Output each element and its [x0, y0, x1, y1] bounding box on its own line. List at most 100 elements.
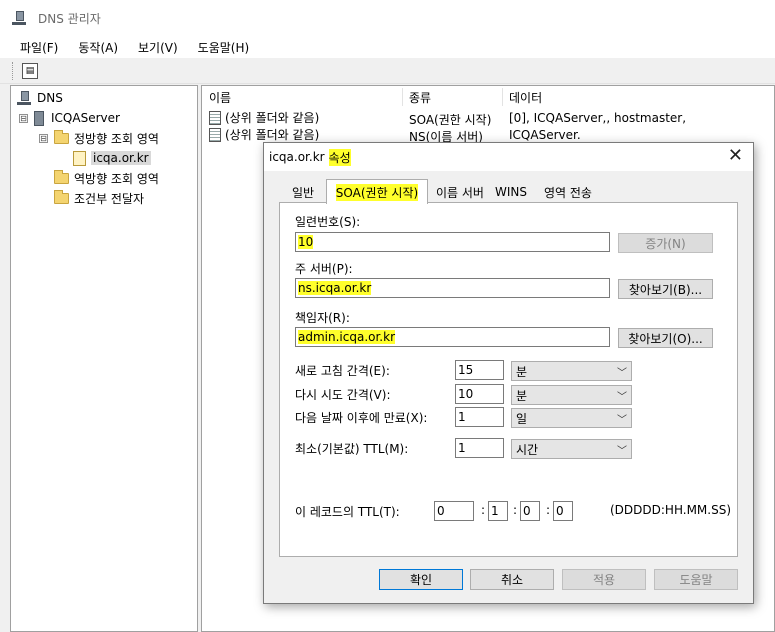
refresh-interval-label: 새로 고침 간격(E): [295, 364, 390, 378]
menu-view[interactable]: 보기(V) [138, 39, 178, 56]
tab-general[interactable]: 일반 [280, 182, 326, 202]
primary-server-field[interactable]: ns.icqa.or.kr [295, 278, 610, 298]
refresh-unit-value: 분 [516, 364, 528, 379]
refresh-unit-select[interactable]: 분 ﹀ [511, 361, 632, 381]
tree-label-dns: DNS [37, 91, 63, 105]
properties-icon[interactable]: ▤ [22, 62, 38, 79]
menu-file[interactable]: 파일(F) [20, 39, 58, 56]
list-item[interactable]: (상위 폴더와 같음) [209, 126, 319, 143]
zone-file-icon [73, 150, 86, 166]
dialog-title-suffix: 속성 [328, 148, 351, 166]
serial-field[interactable]: 10 [295, 232, 610, 252]
tab-soa[interactable]: SOA(권한 시작) [326, 179, 428, 204]
chevron-down-icon: ﹀ [617, 446, 627, 457]
tree-label-zone: icqa.or.kr [91, 151, 151, 165]
retry-interval-field[interactable]: 10 [455, 384, 504, 404]
primary-server-value: ns.icqa.or.kr [298, 281, 372, 295]
tree-label-reverse-zones: 역방향 조회 영역 [74, 171, 159, 186]
ttl-days-field[interactable]: 0 [434, 501, 474, 521]
serial-label: 일련번호(S): [295, 215, 361, 229]
ttl-separator: : [513, 503, 518, 517]
record-data: [0], ICQAServer,, hostmaster, [509, 111, 687, 125]
minimum-ttl-label: 최소(기본값) TTL(M): [295, 442, 409, 456]
chevron-down-icon: ﹀ [617, 368, 627, 379]
expire-after-label: 다음 날짜 이후에 만료(X): [295, 411, 428, 425]
server-icon [34, 110, 44, 126]
collapse-icon[interactable]: ⊟ [39, 133, 48, 143]
tree-item-conditional-forwarders[interactable]: 조건부 전달자 [54, 188, 144, 208]
record-name: (상위 폴더와 같음) [225, 128, 320, 142]
minimum-ttl-field[interactable]: 1 [455, 438, 504, 458]
primary-server-label: 주 서버(P): [295, 262, 353, 276]
menu-action[interactable]: 동작(A) [78, 39, 118, 56]
expire-after-field[interactable]: 1 [455, 407, 504, 427]
tab-zone-transfers[interactable]: 영역 전송 [535, 182, 601, 202]
cancel-button[interactable]: 취소 [470, 569, 554, 590]
retry-interval-label: 다시 시도 간격(V): [295, 388, 391, 402]
ttl-seconds-field[interactable]: 0 [553, 501, 573, 521]
tree-item-dns[interactable]: DNS [17, 88, 63, 108]
column-header-name[interactable]: 이름 [209, 89, 231, 106]
responsible-person-value: admin.icqa.or.kr [298, 330, 396, 344]
ttl-separator: : [481, 503, 486, 517]
dns-icon [17, 90, 31, 106]
refresh-interval-field[interactable]: 15 [455, 360, 504, 380]
tab-wins[interactable]: WINS [492, 182, 530, 202]
tree-pane: DNS ⊟ ICQAServer ⊟ 정방향 조회 영역 icqa.or.kr … [10, 85, 198, 632]
ttl-separator: : [546, 503, 551, 517]
column-divider[interactable] [402, 88, 403, 106]
expire-unit-select[interactable]: 일 ﹀ [511, 408, 632, 428]
tree-item-reverse-zones[interactable]: 역방향 조회 영역 [54, 168, 159, 188]
tree-label-conditional: 조건부 전달자 [74, 191, 145, 206]
tab-soa-label: SOA(권한 시작) [335, 183, 419, 201]
dialog-title-bar: icqa.or.kr 속성 ✕ [264, 143, 753, 171]
tree-label-forward-zones: 정방향 조회 영역 [74, 131, 159, 146]
record-ttl-label: 이 레코드의 TTL(T): [295, 505, 400, 519]
list-item[interactable]: (상위 폴더와 같음) [209, 109, 319, 126]
dialog-title-zone: icqa.or.kr [269, 150, 325, 164]
browse-responsible-button[interactable]: 찾아보기(O)... [618, 328, 713, 348]
tree-label-server: ICQAServer [51, 111, 120, 125]
collapse-icon[interactable]: ⊟ [19, 113, 28, 123]
folder-icon [54, 129, 69, 144]
ttl-format-hint: (DDDDD:HH.MM.SS) [610, 503, 732, 517]
retry-unit-select[interactable]: 분 ﹀ [511, 385, 632, 405]
browse-primary-button[interactable]: 찾아보기(B)... [618, 279, 713, 299]
menu-help[interactable]: 도움말(H) [198, 39, 250, 56]
menu-bar: 파일(F) 동작(A) 보기(V) 도움말(H) [0, 36, 775, 58]
toolbar: ▤ [0, 58, 775, 84]
column-header-type[interactable]: 종류 [409, 89, 431, 106]
title-bar: DNS 관리자 [0, 0, 775, 36]
window-title: DNS 관리자 [38, 11, 101, 26]
tree-item-zone[interactable]: icqa.or.kr [73, 148, 151, 168]
minimum-ttl-unit-value: 시간 [516, 442, 539, 457]
help-button[interactable]: 도움말 [654, 569, 738, 590]
column-header-data[interactable]: 데이터 [509, 89, 542, 106]
record-icon [209, 127, 221, 142]
serial-value: 10 [298, 235, 314, 249]
toolbar-grip [12, 61, 15, 80]
chevron-down-icon: ﹀ [617, 415, 627, 426]
record-name: (상위 폴더와 같음) [225, 111, 320, 125]
increment-button[interactable]: 증가(N) [618, 233, 713, 253]
tree-item-forward-zones[interactable]: ⊟ 정방향 조회 영역 [39, 128, 159, 148]
apply-button[interactable]: 적용 [562, 569, 646, 590]
soa-tab-panel: 일련번호(S): 10 증가(N) 주 서버(P): ns.icqa.or.kr… [279, 202, 738, 557]
tab-name-servers[interactable]: 이름 서버 [428, 182, 492, 202]
expire-unit-value: 일 [516, 411, 528, 426]
minimum-ttl-unit-select[interactable]: 시간 ﹀ [511, 439, 632, 459]
record-type: SOA(권한 시작) [409, 113, 492, 127]
responsible-person-field[interactable]: admin.icqa.or.kr [295, 327, 610, 347]
folder-icon [54, 169, 69, 184]
responsible-person-label: 책임자(R): [295, 311, 350, 325]
record-icon [209, 110, 221, 125]
ttl-hours-field[interactable]: 1 [488, 501, 508, 521]
column-divider[interactable] [502, 88, 503, 106]
chevron-down-icon: ﹀ [617, 392, 627, 403]
close-icon[interactable]: ✕ [728, 147, 743, 165]
record-data: ICQAServer. [509, 128, 581, 142]
ttl-minutes-field[interactable]: 0 [520, 501, 540, 521]
retry-unit-value: 분 [516, 388, 528, 403]
tree-item-server[interactable]: ⊟ ICQAServer [19, 108, 120, 128]
ok-button[interactable]: 확인 [379, 569, 463, 590]
